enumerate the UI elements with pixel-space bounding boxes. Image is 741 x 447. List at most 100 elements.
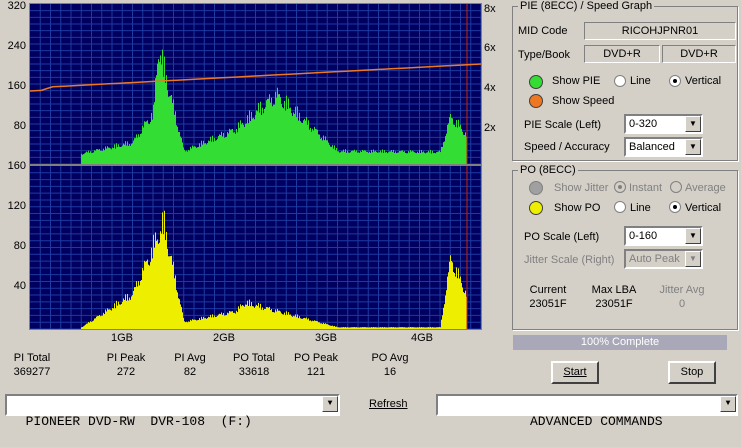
data-bar — [459, 278, 460, 329]
data-bar — [366, 151, 367, 164]
data-bar — [105, 309, 106, 329]
data-bar — [387, 327, 388, 329]
data-bar — [84, 153, 85, 164]
data-bar — [139, 285, 140, 329]
data-bar — [154, 102, 155, 164]
chevron-down-icon[interactable]: ▼ — [720, 396, 736, 412]
start-button[interactable]: Start — [551, 361, 599, 384]
pie-color-swatch[interactable] — [529, 75, 543, 89]
data-bar — [318, 322, 319, 329]
refresh-link[interactable]: Refresh — [369, 398, 408, 410]
data-bar — [195, 146, 196, 164]
pie-scale-select[interactable]: 0-320 ▼ — [624, 114, 703, 134]
data-bar — [107, 308, 108, 329]
data-bar — [198, 146, 199, 164]
data-bar — [144, 121, 145, 164]
chevron-down-icon[interactable]: ▼ — [685, 116, 701, 132]
stop-button[interactable]: Stop — [668, 361, 716, 384]
jitter-color-swatch — [529, 181, 543, 195]
data-bar — [318, 134, 319, 164]
show-po-label[interactable]: Show PO — [554, 202, 600, 214]
data-bar — [251, 111, 252, 164]
data-bar — [109, 309, 110, 329]
po-chart — [30, 166, 481, 329]
po-line-label[interactable]: Line — [630, 202, 651, 214]
speed-label: 2x — [484, 122, 496, 134]
data-bar — [426, 327, 427, 329]
data-bar — [249, 110, 250, 164]
data-bar — [95, 150, 96, 164]
data-bar — [130, 145, 131, 164]
data-bar — [411, 151, 412, 164]
data-bar — [272, 312, 273, 329]
pie-vertical-label[interactable]: Vertical — [685, 75, 721, 87]
data-bar — [373, 326, 374, 329]
data-bar — [269, 306, 270, 329]
data-bar — [464, 293, 465, 329]
speed-color-swatch[interactable] — [529, 94, 543, 108]
po-line-radio[interactable] — [614, 201, 626, 213]
data-bar — [465, 132, 466, 164]
data-bar — [399, 150, 400, 164]
data-bar — [253, 117, 254, 164]
data-bar — [404, 327, 405, 329]
pie-vertical-radio[interactable] — [669, 75, 681, 87]
stat-po-peak-label: PO Peak — [293, 352, 339, 364]
data-bar — [376, 327, 377, 329]
data-bar — [304, 317, 305, 329]
show-pie-label[interactable]: Show PIE — [552, 75, 600, 87]
data-bar — [300, 318, 301, 329]
po-vertical-radio[interactable] — [669, 201, 681, 213]
data-bar — [321, 323, 322, 329]
data-bar — [348, 152, 349, 164]
data-bar — [104, 150, 105, 164]
data-bar — [276, 97, 277, 164]
data-bar — [391, 327, 392, 329]
data-bar — [371, 327, 372, 329]
commands-select[interactable]: ADVANCED COMMANDS ▼ — [436, 394, 738, 429]
data-bar — [308, 318, 309, 329]
data-bar — [448, 272, 449, 329]
data-bar — [244, 306, 245, 329]
data-bar — [351, 327, 352, 329]
po-color-swatch[interactable] — [529, 201, 543, 215]
pie-line-radio[interactable] — [614, 75, 626, 87]
data-bar — [431, 327, 432, 329]
data-bar — [93, 320, 94, 329]
chevron-down-icon[interactable]: ▼ — [685, 139, 701, 155]
po-scale-select[interactable]: 0-160 ▼ — [624, 226, 703, 246]
drive-select[interactable]: PIONEER DVD-RW DVR-108 (F:) ▼ — [5, 394, 340, 429]
data-bar — [241, 306, 242, 329]
data-bar — [442, 146, 443, 164]
data-bar — [302, 318, 303, 329]
data-bar — [271, 97, 272, 164]
data-bar — [417, 327, 418, 329]
data-bar — [150, 121, 151, 164]
data-bar — [157, 63, 158, 164]
data-bar — [326, 140, 327, 164]
data-bar — [214, 315, 215, 329]
data-bar — [247, 300, 248, 329]
data-bar — [462, 131, 463, 164]
data-bar — [289, 314, 290, 329]
po-vertical-label[interactable]: Vertical — [685, 202, 721, 214]
data-bar — [342, 151, 343, 164]
data-bar — [362, 149, 363, 164]
data-bar — [443, 307, 444, 329]
commands-value: ADVANCED COMMANDS — [529, 414, 663, 429]
pie-line-label[interactable]: Line — [630, 75, 651, 87]
data-bar — [243, 124, 244, 164]
chevron-down-icon[interactable]: ▼ — [322, 396, 338, 412]
data-bar — [331, 325, 332, 329]
data-bar — [175, 275, 176, 329]
data-bar — [283, 314, 284, 329]
data-bar — [119, 304, 120, 329]
data-bar — [412, 327, 413, 329]
chevron-down-icon[interactable]: ▼ — [685, 228, 701, 244]
speed-accuracy-select[interactable]: Balanced ▼ — [624, 137, 703, 157]
po-y-label: 120 — [7, 200, 26, 212]
show-speed-label[interactable]: Show Speed — [552, 95, 614, 107]
data-bar — [458, 268, 459, 329]
data-bar — [356, 150, 357, 164]
data-bar — [464, 135, 465, 164]
